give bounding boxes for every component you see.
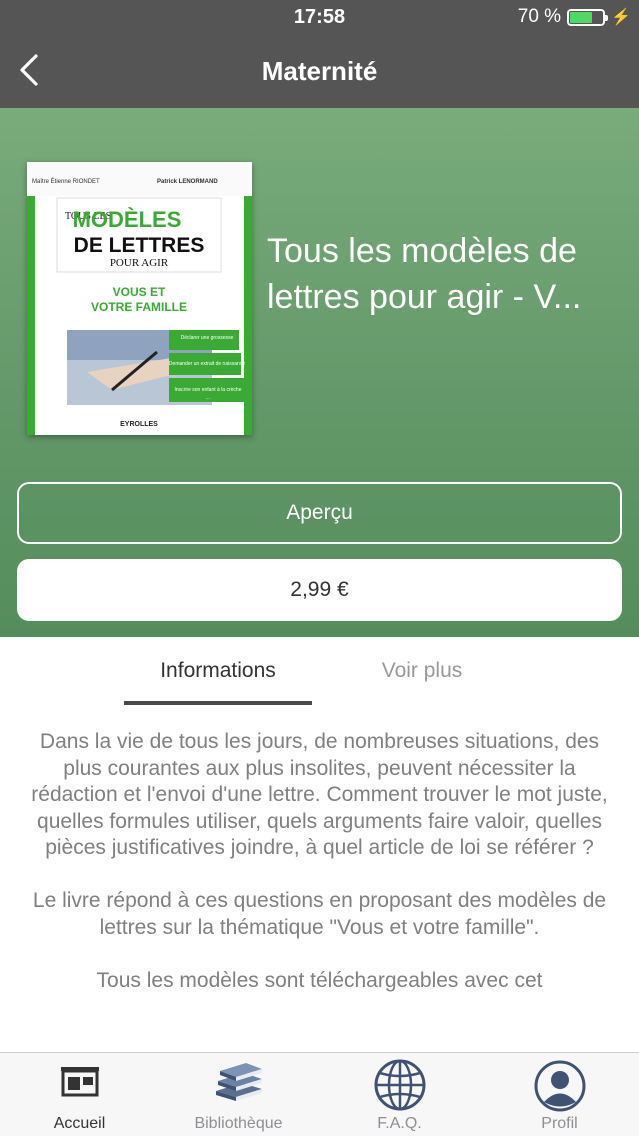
cover-tag-1: Déclarer une grossesse xyxy=(181,335,234,341)
tab-label: F.A.Q. xyxy=(377,1115,422,1132)
cover-de-lettres: DE LETTRES xyxy=(74,234,205,257)
books-icon xyxy=(215,1063,262,1101)
user-icon xyxy=(534,1060,585,1112)
cover-tag-2: Demander un extrait de naissance xyxy=(169,361,245,367)
cover-subtitle-2: VOTRE FAMILLE xyxy=(91,300,187,314)
cover-tag-4: ... xyxy=(206,395,210,401)
store-icon xyxy=(60,1067,99,1097)
tab-bibliotheque[interactable]: Bibliothèque xyxy=(159,1053,318,1136)
description-paragraph: Le livre répond à ces questions en propo… xyxy=(32,889,607,939)
battery-percent: 70 % xyxy=(517,6,562,27)
tab-accueil[interactable]: Accueil xyxy=(0,1053,159,1136)
tab-label: Bibliothèque xyxy=(194,1115,283,1132)
book-title: Tous les modèles de lettres pour agir - … xyxy=(267,232,582,316)
status-bar: 17:58 70 % ⚡ xyxy=(0,0,639,34)
info-tabs: Informations Voir plus xyxy=(0,637,639,709)
tab-voir-plus[interactable]: Voir plus xyxy=(328,659,516,683)
preview-button[interactable]: Aperçu xyxy=(17,482,622,544)
buy-price-button[interactable]: 2,99 € xyxy=(17,559,622,621)
cover-tag-3: Inscrire son enfant à la crèche xyxy=(175,387,242,393)
description-paragraph: Tous les modèles sont téléchargeables av… xyxy=(96,968,543,992)
book-cover[interactable]: Maître Étienne RIONDET Patrick LENORMAND… xyxy=(27,162,252,435)
tab-informations[interactable]: Informations xyxy=(124,659,312,683)
cover-modeles: MODÈLES xyxy=(73,207,182,232)
book-description[interactable]: Dans la vie de tous les jours, de nombre… xyxy=(0,729,639,1052)
tab-faq[interactable]: F.A.Q. xyxy=(320,1053,479,1136)
book-hero: Maître Étienne RIONDET Patrick LENORMAND… xyxy=(0,108,639,637)
description-paragraph: Dans la vie de tous les jours, de nombre… xyxy=(31,730,608,859)
tab-active-indicator xyxy=(124,701,312,705)
bolt-icon: ⚡ xyxy=(611,9,631,26)
cover-pour-agir: POUR AGIR xyxy=(110,257,169,269)
tab-label: Accueil xyxy=(53,1115,106,1132)
tab-profil[interactable]: Profil xyxy=(480,1053,639,1136)
tab-label: Profil xyxy=(541,1115,578,1132)
globe-icon xyxy=(374,1059,425,1111)
nav-bar: Maternité xyxy=(0,34,639,108)
book-cover-art: Maître Étienne RIONDET Patrick LENORMAND… xyxy=(27,162,252,435)
cover-subtitle-1: VOUS ET xyxy=(113,285,166,299)
battery-fill xyxy=(570,11,593,23)
cover-publisher: EYROLLES xyxy=(120,421,158,428)
cover-author-left: Maître Étienne RIONDET xyxy=(32,178,100,185)
page-title: Maternité xyxy=(261,56,378,86)
bottom-tab-bar: Accueil Bibliothèque F.A.Q. Profil xyxy=(0,1052,639,1136)
battery-icon xyxy=(567,8,609,26)
cover-author-right: Patrick LENORMAND xyxy=(157,179,218,185)
status-right: 70 % ⚡ xyxy=(518,6,631,28)
